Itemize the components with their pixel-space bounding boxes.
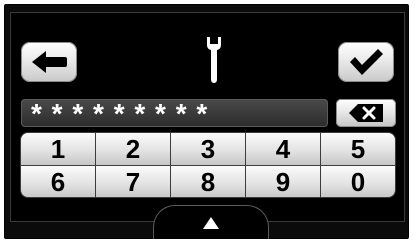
expand-tab[interactable]: [153, 205, 269, 239]
key-4[interactable]: 4: [246, 133, 320, 165]
key-0[interactable]: 0: [321, 166, 395, 197]
pin-display: * * * * * * * * *: [21, 99, 328, 127]
triangle-up-icon: [203, 216, 219, 229]
key-7[interactable]: 7: [96, 166, 170, 197]
key-9[interactable]: 9: [246, 166, 320, 197]
arrow-left-icon: [32, 51, 67, 73]
confirm-button[interactable]: [338, 42, 394, 82]
numeric-keypad: 1 2 3 4 5 6 7 8 9 0: [20, 132, 396, 198]
key-8[interactable]: 8: [171, 166, 245, 197]
back-button[interactable]: [21, 42, 77, 82]
backspace-button[interactable]: [336, 99, 396, 127]
wrench-icon: [207, 37, 221, 83]
key-6[interactable]: 6: [21, 166, 95, 197]
device-frame: * * * * * * * * * 1 2 3 4 5 6 7 8 9 0: [4, 4, 409, 239]
backspace-icon: [349, 104, 383, 122]
key-1[interactable]: 1: [21, 133, 95, 165]
key-3[interactable]: 3: [171, 133, 245, 165]
key-2[interactable]: 2: [96, 133, 170, 165]
checkmark-icon: [350, 49, 383, 75]
key-5[interactable]: 5: [321, 133, 395, 165]
